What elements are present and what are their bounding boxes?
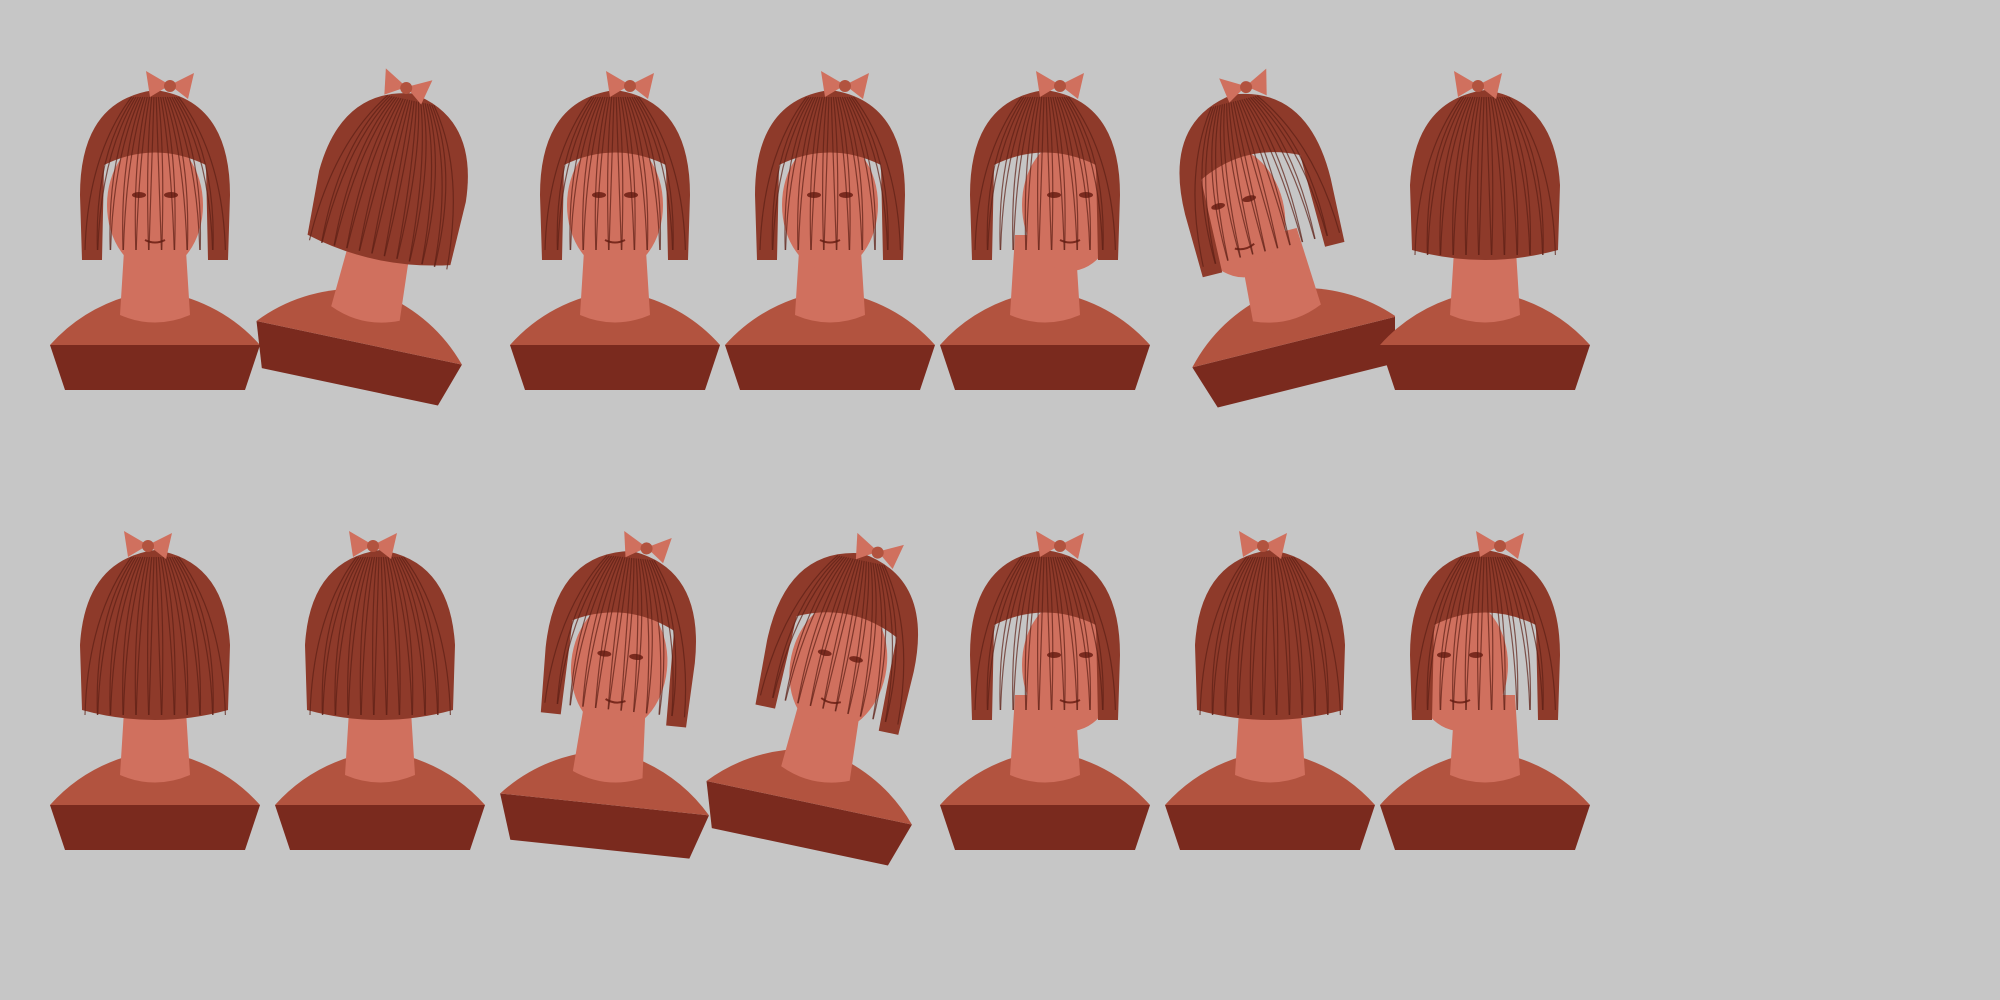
clay-bust <box>1145 505 1395 925</box>
bust-right-profile-icon <box>940 71 1150 390</box>
clay-bust <box>920 45 1170 465</box>
bust-front-icon <box>500 531 709 859</box>
clay-bust <box>30 45 280 465</box>
bust-back-tilted-icon <box>256 68 468 406</box>
clay-bust <box>490 505 740 925</box>
bust-back-icon <box>1165 531 1375 850</box>
bust-front-icon <box>510 71 720 390</box>
bust-left-tilted-icon <box>1179 68 1395 408</box>
bust-back-icon <box>1380 71 1590 390</box>
bust-back-icon <box>275 531 485 850</box>
bust-row-bottom <box>0 505 2000 925</box>
render-sheet <box>0 0 2000 1000</box>
clay-bust <box>30 505 280 925</box>
bust-front-icon <box>50 71 260 390</box>
clay-bust <box>1360 45 1610 465</box>
bust-front-icon <box>725 71 935 390</box>
bust-left-profile-icon <box>1380 531 1590 850</box>
clay-bust <box>490 45 740 465</box>
clay-bust <box>920 505 1170 925</box>
bust-front-tilted-icon <box>706 532 919 866</box>
clay-bust <box>255 45 505 465</box>
clay-bust <box>1145 45 1395 465</box>
bust-right-profile-icon <box>940 531 1150 850</box>
clay-bust <box>705 505 955 925</box>
bust-back-icon <box>50 531 260 850</box>
clay-bust <box>705 45 955 465</box>
clay-bust <box>255 505 505 925</box>
bust-row-top <box>0 45 2000 465</box>
clay-bust <box>1360 505 1610 925</box>
